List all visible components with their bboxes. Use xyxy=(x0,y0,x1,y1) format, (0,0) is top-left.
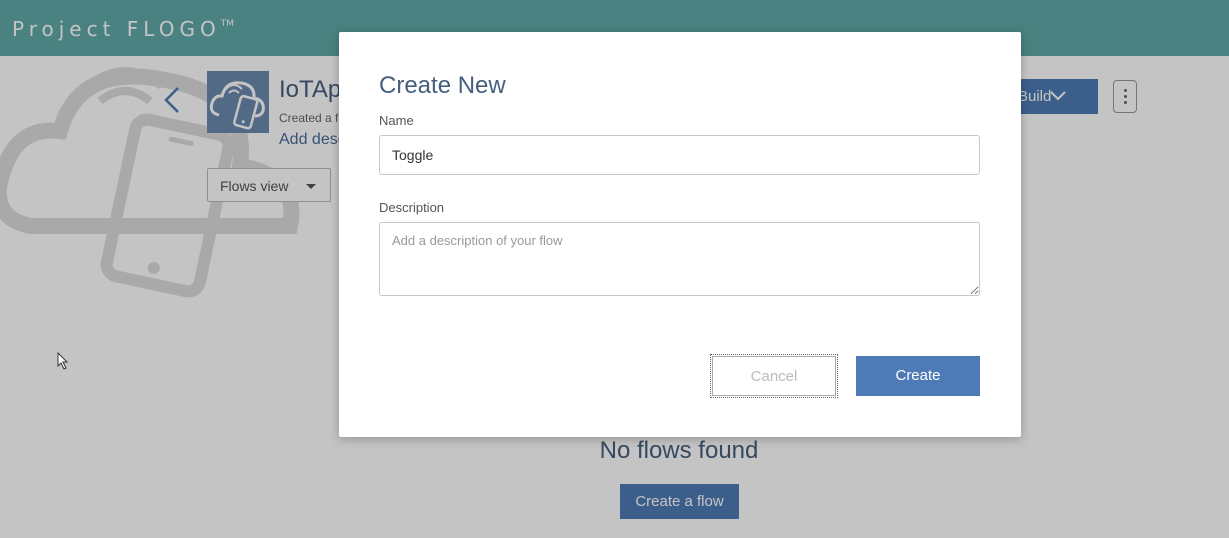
mouse-cursor-icon xyxy=(57,352,69,370)
create-button[interactable]: Create xyxy=(856,356,980,396)
description-label: Description xyxy=(379,200,445,215)
dialog-title: Create New xyxy=(379,72,506,99)
create-flow-dialog: Create New Name Description Cancel Creat… xyxy=(339,32,1021,437)
cancel-button[interactable]: Cancel xyxy=(710,354,838,398)
name-label: Name xyxy=(379,113,414,128)
flow-description-input[interactable] xyxy=(379,222,980,296)
flow-name-input[interactable] xyxy=(379,135,980,175)
